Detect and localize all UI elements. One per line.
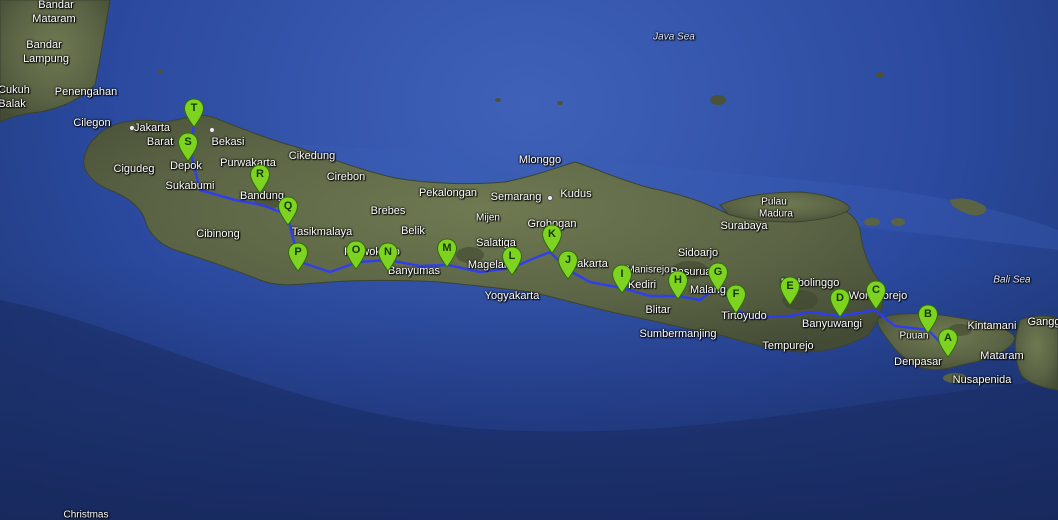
islet-8 xyxy=(157,70,163,74)
route-marker-q[interactable]: Q xyxy=(277,196,299,226)
map-pin-icon xyxy=(865,280,887,310)
islet-1 xyxy=(864,218,880,226)
route-marker-t[interactable]: T xyxy=(183,98,205,128)
nusapenida-land xyxy=(943,373,967,383)
route-marker-h[interactable]: H xyxy=(667,270,689,300)
city-dot-cilegon xyxy=(129,125,135,131)
map-pin-icon xyxy=(937,328,959,358)
route-marker-i[interactable]: I xyxy=(611,264,633,294)
map-pin-icon xyxy=(249,164,271,194)
map-pin-icon xyxy=(541,224,563,254)
route-marker-a[interactable]: A xyxy=(937,328,959,358)
map-view[interactable]: Bandar Mataram Bandar Lampung Cukuh Bala… xyxy=(0,0,1058,520)
route-marker-r[interactable]: R xyxy=(249,164,271,194)
map-pin-icon xyxy=(177,132,199,162)
route-marker-p[interactable]: P xyxy=(287,242,309,272)
route-marker-g[interactable]: G xyxy=(707,262,729,292)
map-pin-icon xyxy=(287,242,309,272)
route-marker-k[interactable]: K xyxy=(541,224,563,254)
map-pin-icon xyxy=(779,276,801,306)
route-marker-e[interactable]: E xyxy=(779,276,801,306)
map-pin-icon xyxy=(277,196,299,226)
islet-5 xyxy=(876,72,884,78)
map-pin-icon xyxy=(345,240,367,270)
route-marker-o[interactable]: O xyxy=(345,240,367,270)
map-canvas[interactable] xyxy=(0,0,1058,520)
map-pin-icon xyxy=(829,288,851,318)
map-pin-icon xyxy=(377,242,399,272)
map-pin-icon xyxy=(501,246,523,276)
route-marker-n[interactable]: N xyxy=(377,242,399,272)
map-pin-icon xyxy=(667,270,689,300)
islet-6 xyxy=(495,98,501,102)
city-dot-jakarta xyxy=(209,127,215,133)
route-marker-s[interactable]: S xyxy=(177,132,199,162)
route-marker-l[interactable]: L xyxy=(501,246,523,276)
route-marker-j[interactable]: J xyxy=(557,250,579,280)
map-pin-icon xyxy=(436,238,458,268)
route-marker-d[interactable]: D xyxy=(829,288,851,318)
map-pin-icon xyxy=(557,250,579,280)
city-dot-surabaya xyxy=(739,225,745,231)
city-dot-semarang xyxy=(547,195,553,201)
route-marker-c[interactable]: C xyxy=(865,280,887,310)
map-pin-icon xyxy=(611,264,633,294)
islet-4 xyxy=(710,95,726,105)
route-marker-m[interactable]: M xyxy=(436,238,458,268)
islet-2 xyxy=(891,218,905,226)
map-pin-icon xyxy=(183,98,205,128)
route-marker-b[interactable]: B xyxy=(917,304,939,334)
sumatra-land xyxy=(0,0,111,123)
map-pin-icon xyxy=(707,262,729,292)
map-pin-icon xyxy=(917,304,939,334)
mountain-2 xyxy=(456,247,484,263)
islet-7 xyxy=(557,101,563,105)
